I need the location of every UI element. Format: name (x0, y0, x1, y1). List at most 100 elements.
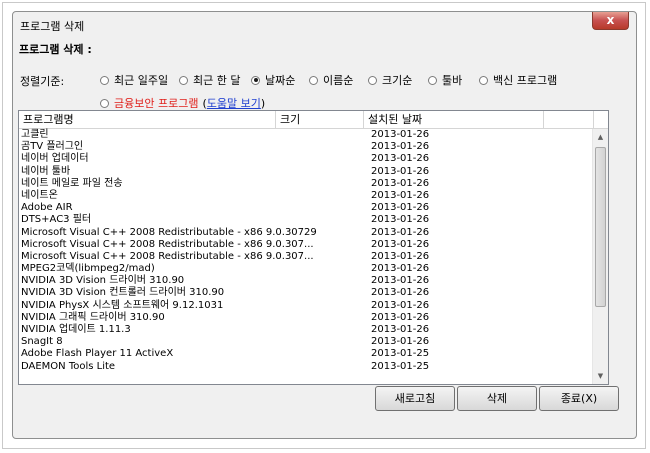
radio-by-date[interactable]: 날짜순 (251, 72, 295, 88)
radio-antivirus[interactable]: 백신 프로그램 (479, 72, 557, 88)
program-name: NVIDIA 그래픽 드라이버 310.90 (21, 311, 165, 323)
table-row[interactable]: NVIDIA 3D Vision 드라이버 310.90 2013-01-26 (19, 275, 594, 287)
install-date: 2013-01-26 (371, 202, 430, 214)
column-header-name[interactable]: 프로그램명 (19, 111, 276, 128)
program-name: 네이버 툴바 (21, 165, 71, 177)
install-date: 2013-01-25 (371, 348, 430, 360)
table-row[interactable]: DAEMON Tools Lite 2013-01-25 (19, 361, 594, 373)
radio-label: 최근 일주일 (114, 74, 169, 87)
scroll-thumb[interactable] (595, 147, 606, 307)
program-name: Adobe Flash Player 11 ActiveX (21, 348, 174, 360)
program-name: NVIDIA 3D Vision 드라이버 310.90 (21, 275, 185, 287)
radio-finance-security[interactable]: 금융보안 프로그램 ( 도움말 보기 ) (100, 95, 265, 111)
vertical-scrollbar[interactable]: ▲ ▼ (592, 129, 608, 384)
radio-button-icon (179, 75, 188, 85)
program-name: Microsoft Visual C++ 2008 Redistributabl… (21, 226, 317, 238)
radio-selected-icon (251, 75, 260, 85)
radio-recent-month[interactable]: 최근 한 달 (179, 72, 240, 88)
radio-toolbar[interactable]: 툴바 (428, 72, 462, 88)
program-name: DTS+AC3 필터 (21, 214, 92, 226)
table-row[interactable]: Microsoft Visual C++ 2008 Redistributabl… (19, 251, 594, 263)
radio-recent-week[interactable]: 최근 일주일 (100, 72, 168, 88)
radio-label: 금융보안 프로그램 (114, 97, 199, 110)
table-row[interactable]: Microsoft Visual C++ 2008 Redistributabl… (19, 239, 594, 251)
install-date: 2013-01-26 (371, 238, 430, 250)
delete-button[interactable]: 삭제 (457, 386, 537, 411)
radio-label: 백신 프로그램 (493, 74, 558, 87)
program-name: 네이트온 (21, 189, 58, 201)
program-name: Adobe AIR (21, 202, 73, 214)
install-date: 2013-01-26 (371, 299, 430, 311)
radio-button-icon (428, 75, 437, 85)
program-name: Microsoft Visual C++ 2008 Redistributabl… (21, 238, 314, 250)
radio-by-size[interactable]: 크기순 (368, 72, 412, 88)
radio-by-name[interactable]: 이름순 (309, 72, 353, 88)
program-name: Microsoft Visual C++ 2008 Redistributabl… (21, 250, 314, 262)
table-row[interactable]: NVIDIA PhysX 시스템 소프트웨어 9.12.1031 2013-01-… (19, 300, 594, 312)
section-title: 프로그램 삭제 : (19, 43, 92, 56)
table-row[interactable]: 네이트 메일로 파일 전송 2013-01-26 (19, 178, 594, 190)
column-header-date[interactable]: 설치된 날짜 (364, 111, 544, 128)
title-bar: 프로그램 삭제 x (13, 12, 636, 38)
install-date: 2013-01-26 (371, 165, 430, 177)
column-header-size[interactable]: 크기 (276, 111, 364, 128)
program-name: 네이버 업데이터 (21, 153, 89, 165)
install-date: 2013-01-26 (371, 214, 430, 226)
table-row[interactable]: 네이버 툴바 2013-01-26 (19, 166, 594, 178)
install-date: 2013-01-26 (371, 189, 430, 201)
table-row[interactable]: Adobe Flash Player 11 ActiveX 2013-01-25 (19, 348, 594, 360)
program-name: NVIDIA 업데이트 1.11.3 (21, 324, 131, 335)
program-name: 네이트 메일로 파일 전송 (21, 177, 123, 189)
scroll-down-icon[interactable]: ▼ (593, 368, 608, 384)
install-date: 2013-01-26 (371, 177, 430, 189)
table-row[interactable]: MPEG2코덱(libmpeg2/mad) 2013-01-26 (19, 263, 594, 275)
exit-button[interactable]: 종료(X) (539, 386, 619, 411)
table-row[interactable]: 네이트온 2013-01-26 (19, 190, 594, 202)
table-row[interactable]: NVIDIA 그래픽 드라이버 310.90 2013-01-26 (19, 312, 594, 324)
program-name: 곰TV 플러그인 (21, 141, 84, 153)
install-date: 2013-01-26 (371, 153, 430, 165)
table-row[interactable]: NVIDIA 3D Vision 컨트롤러 드라이버 310.90 2013-01… (19, 287, 594, 299)
install-date: 2013-01-26 (371, 324, 430, 335)
refresh-button[interactable]: 새로고침 (375, 386, 455, 411)
program-list[interactable]: 프로그램명 크기 설치된 날짜 고클린 2013-01-26 곰TV 플러그인 201… (18, 110, 609, 385)
close-button[interactable]: x (592, 12, 629, 30)
program-name: MPEG2코덱(libmpeg2/mad) (21, 263, 155, 275)
program-name: 고클린 (21, 129, 49, 140)
scroll-up-icon[interactable]: ▲ (593, 129, 608, 145)
program-name: NVIDIA PhysX 시스템 소프트웨어 9.12.1031 (21, 299, 224, 311)
program-name: SnagIt 8 (21, 336, 63, 348)
install-date: 2013-01-26 (371, 250, 430, 262)
install-date: 2013-01-26 (371, 226, 430, 238)
radio-button-icon (100, 98, 109, 108)
table-row[interactable]: 고클린 2013-01-26 (19, 129, 594, 141)
radio-button-icon (309, 75, 318, 85)
table-row[interactable]: 곰TV 플러그인 2013-01-26 (19, 141, 594, 153)
radio-button-icon (368, 75, 377, 85)
table-row[interactable]: NVIDIA 업데이트 1.11.3 2013-01-26 (19, 324, 594, 336)
radio-label: 최근 한 달 (193, 74, 241, 87)
program-name: DAEMON Tools Lite (21, 360, 116, 372)
radio-label: 크기순 (382, 74, 413, 87)
table-row[interactable]: SnagIt 8 2013-01-26 (19, 336, 594, 348)
sort-label: 정렬기준: (20, 75, 65, 88)
table-row[interactable]: Microsoft Visual C++ 2008 Redistributabl… (19, 227, 594, 239)
radio-button-icon (479, 75, 488, 85)
radio-label: 툴바 (442, 74, 463, 87)
table-row[interactable]: Adobe AIR 2013-01-26 (19, 202, 594, 214)
program-name: NVIDIA 3D Vision 컨트롤러 드라이버 310.90 (21, 287, 225, 299)
install-date: 2013-01-26 (371, 311, 430, 323)
list-rows: 고클린 2013-01-26 곰TV 플러그인 2013-01-26 네이버 업데이터 2… (19, 129, 594, 373)
install-date: 2013-01-26 (371, 275, 430, 287)
install-date: 2013-01-26 (371, 129, 430, 140)
help-paren-close: ) (260, 96, 266, 110)
table-row[interactable]: DTS+AC3 필터 2013-01-26 (19, 214, 594, 226)
radio-label: 날짜순 (265, 74, 296, 87)
install-date: 2013-01-26 (371, 263, 430, 275)
list-header: 프로그램명 크기 설치된 날짜 (19, 111, 608, 129)
table-row[interactable]: 네이버 업데이터 2013-01-26 (19, 153, 594, 165)
help-link[interactable]: 도움말 보기 (207, 95, 261, 111)
sort-options: 최근 일주일 최근 한 달 날짜순 이름순 크기순 툴바 백신 프로그램 금융보… (100, 72, 620, 112)
install-date: 2013-01-26 (371, 287, 430, 299)
window-title: 프로그램 삭제 (20, 20, 85, 33)
